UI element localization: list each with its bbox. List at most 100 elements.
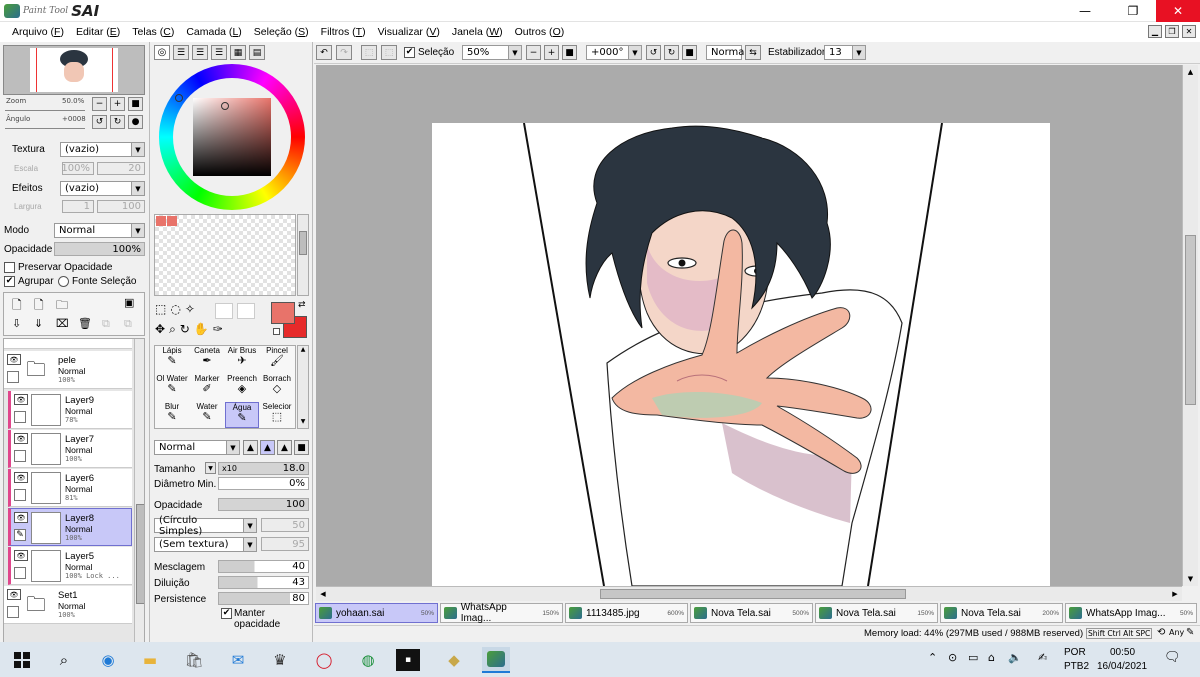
scroll-up-icon[interactable]: ▲: [1183, 65, 1198, 79]
keep-opacity-checkbox[interactable]: ✔: [221, 608, 232, 619]
visibility-eye-icon[interactable]: 👁: [14, 433, 28, 444]
redo-button[interactable]: ↷: [336, 45, 352, 60]
view-blend-select[interactable]: Normal: [706, 45, 747, 60]
visibility-eye-icon[interactable]: 👁: [14, 550, 28, 561]
transparent-color-icon[interactable]: [273, 328, 280, 335]
menu-item-4[interactable]: Seleção (S): [248, 26, 315, 38]
store-icon[interactable]: 🛍: [180, 647, 208, 673]
layer-row[interactable]: 👁 ✎ Layer8 Normal 100%: [8, 508, 132, 546]
canvas-horizontal-scrollbar[interactable]: ◀ ▶: [316, 586, 1182, 601]
brush-size-slider[interactable]: x10 18.0: [218, 462, 309, 475]
tool-ol-water[interactable]: Ol Water ✎: [155, 374, 189, 400]
stabilizer-select[interactable]: 13 ▼: [824, 45, 866, 60]
hand-icon[interactable]: ✋: [194, 322, 209, 337]
minimize-button[interactable]: —: [1062, 0, 1108, 22]
menu-item-0[interactable]: Arquivo (F): [6, 26, 70, 38]
mdi-close-button[interactable]: ✕: [1182, 25, 1196, 38]
saturation-value-square[interactable]: [193, 98, 271, 176]
source-selection-radio[interactable]: [58, 276, 69, 287]
pen-tray-icon[interactable]: ✍: [1038, 651, 1047, 664]
visibility-eye-icon[interactable]: 👁: [14, 394, 28, 405]
tool-l-pis[interactable]: Lápis ✎: [155, 346, 189, 372]
menu-item-6[interactable]: Visualizar (V): [372, 26, 446, 38]
start-button[interactable]: [8, 647, 36, 673]
tool-selecior[interactable]: Selecior ⬚: [260, 402, 294, 428]
toolbar-rotate-left-button[interactable]: ↺: [646, 45, 661, 60]
document-tab[interactable]: yohaan.sai 50%: [315, 603, 438, 623]
paint-tool-sai-taskbar-icon[interactable]: [482, 647, 510, 673]
clock-date[interactable]: 16/04/2021: [1097, 661, 1147, 672]
scroll-down-icon[interactable]: ▼: [1183, 572, 1198, 586]
brush-texture-select[interactable]: (Sem textura) ▼: [154, 537, 257, 552]
visibility-eye-icon[interactable]: 👁: [14, 512, 28, 523]
mdi-minimize-button[interactable]: ▁: [1148, 25, 1162, 38]
effects-select[interactable]: (vazio) ▼: [60, 181, 145, 196]
layer-list-scroll-thumb[interactable]: [136, 504, 144, 604]
tool-water[interactable]: Water ✎: [190, 402, 224, 428]
menu-item-2[interactable]: Telas (C): [126, 26, 180, 38]
zoom-select[interactable]: 50% ▼: [462, 45, 522, 60]
brush-shape-hard-icon[interactable]: ▲: [277, 440, 292, 455]
volume-icon[interactable]: 🔈: [1008, 651, 1022, 664]
keyboard-layout-indicator[interactable]: PTB2: [1064, 661, 1089, 672]
edge-browser-icon[interactable]: ◉: [94, 647, 122, 673]
canvas-vertical-scrollbar[interactable]: ▲ ▼: [1182, 65, 1198, 586]
canvas-viewport[interactable]: [316, 65, 1182, 586]
flip-horizontal-button[interactable]: ⇆: [745, 45, 761, 60]
document-tab[interactable]: Nova Tela.sai 200%: [940, 603, 1063, 623]
media-app-icon[interactable]: ▪: [396, 649, 420, 671]
chrome-browser-icon[interactable]: ◍: [354, 647, 382, 673]
lasso-icon[interactable]: ◌: [170, 302, 180, 316]
game-app-icon[interactable]: ♛: [266, 647, 294, 673]
scroll-right-icon[interactable]: ▶: [1168, 587, 1182, 601]
layer-select-checkbox[interactable]: [14, 450, 26, 462]
toolbar-rotate-reset-button[interactable]: ■: [682, 45, 697, 60]
layer-opacity-slider[interactable]: 100%: [54, 242, 145, 256]
brush-shape-soft-icon[interactable]: ▲: [260, 440, 275, 455]
search-icon[interactable]: ⌕: [50, 647, 78, 673]
angle-select[interactable]: +000° ▼: [586, 45, 642, 60]
tray-folder-icon[interactable]: ▭: [968, 651, 978, 664]
mdi-restore-button[interactable]: ❐: [1165, 25, 1179, 38]
layer-row[interactable]: 👁 🗀 pele Normal 100%: [4, 351, 132, 389]
rgb-slider-tab-icon[interactable]: ☰: [173, 45, 189, 60]
navigator-preview[interactable]: [3, 45, 145, 95]
magic-wand-icon[interactable]: ✧: [185, 302, 195, 316]
layer-select-checkbox[interactable]: [14, 567, 26, 579]
move-icon[interactable]: ✥: [155, 322, 165, 337]
tool-borrach[interactable]: Borrach ◇: [260, 374, 294, 400]
zoom-reset-button[interactable]: ■: [128, 97, 143, 111]
file-explorer-icon[interactable]: ▬: [136, 647, 164, 673]
tool-preench[interactable]: Preench ◈: [225, 374, 259, 400]
layer-select-checkbox[interactable]: [14, 489, 26, 501]
zoom-out-button[interactable]: −: [92, 97, 107, 111]
clear-layer-icon[interactable]: ⌧: [56, 317, 69, 330]
notification-icon[interactable]: 🗨: [1164, 650, 1181, 665]
horizontal-scroll-thumb[interactable]: [600, 589, 906, 599]
brush-blend-select[interactable]: Normal ▼: [154, 440, 240, 455]
layer-row[interactable]: 👁 Layer6 Normal 81%: [8, 469, 132, 507]
tool-air-brus[interactable]: Air Brus ✈: [225, 346, 259, 372]
swatch-scrollbar[interactable]: [297, 214, 309, 296]
document-tab[interactable]: Nova Tela.sai 150%: [815, 603, 938, 623]
swatch-palette[interactable]: [154, 214, 296, 296]
invert-selection-button[interactable]: ⬚: [381, 45, 397, 60]
brush-shape-square-icon[interactable]: ■: [294, 440, 309, 455]
brush-shape-select[interactable]: (Círculo Simples) ▼: [154, 515, 257, 537]
new-layer-icon[interactable]: 🗋: [12, 296, 22, 317]
tool-pincel[interactable]: Pincel 🖌: [260, 346, 294, 372]
document-tab[interactable]: Nova Tela.sai 500%: [690, 603, 813, 623]
toolbar-zoom-out-button[interactable]: −: [526, 45, 541, 60]
persistence-slider[interactable]: 80: [218, 592, 309, 605]
document-tab[interactable]: WhatsApp Imag... 50%: [1065, 603, 1197, 623]
menu-item-1[interactable]: Editar (E): [70, 26, 126, 38]
tool-blur[interactable]: Blur ✎: [155, 402, 189, 428]
vertical-scroll-thumb[interactable]: [1185, 235, 1196, 405]
opera-browser-icon[interactable]: ◯: [310, 647, 338, 673]
color-wheel[interactable]: [159, 64, 305, 210]
brush-shape-flat-icon[interactable]: ▲: [243, 440, 258, 455]
restore-button[interactable]: ❐: [1110, 0, 1156, 22]
zoom-in-button[interactable]: +: [110, 97, 125, 111]
layer-mask-icon[interactable]: ▣: [124, 296, 134, 309]
scratchpad-tab-icon[interactable]: ▤: [249, 45, 265, 60]
